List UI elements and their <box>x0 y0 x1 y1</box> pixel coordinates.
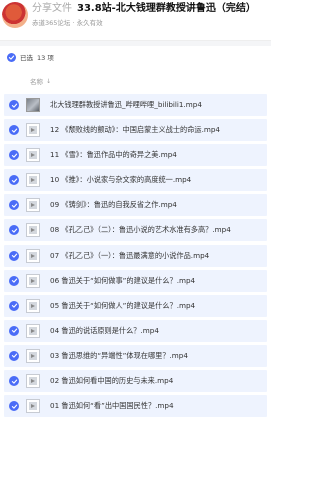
video-file-icon <box>26 298 40 313</box>
share-header: 分享文件 33.8站-北大钱理群教授讲鲁迅（完结） 赤道365论坛 · 永久有效 <box>0 0 271 40</box>
video-file-icon <box>26 123 40 138</box>
checkmark-icon <box>11 278 17 283</box>
video-file-icon <box>26 198 40 213</box>
file-row[interactable]: 11 《雪》：鲁迅作品中的奇异之美.mp4 <box>4 144 267 167</box>
checkmark-icon <box>11 128 17 133</box>
row-checkbox[interactable] <box>9 100 19 110</box>
file-list: 北大钱理群教授讲鲁迅_哔哩哔哩_bilibili1.mp4 12 《颓败线的颤动》… <box>0 94 271 418</box>
video-file-icon <box>26 348 40 363</box>
checkmark-icon <box>11 328 17 334</box>
file-name[interactable]: 03 鲁迅思维的“异端性”体现在哪里？.mp4 <box>50 351 188 361</box>
share-label: 分享文件 <box>32 3 72 14</box>
checkmark-icon <box>11 103 17 108</box>
share-title: 33.8站-北大钱理群教授讲鲁迅（完结） <box>77 3 256 14</box>
video-thumbnail <box>26 98 40 112</box>
row-checkbox[interactable] <box>9 150 19 161</box>
file-row[interactable]: 01 鲁迅如何“看”出中国国民性？.mp4 <box>4 395 267 418</box>
file-row[interactable]: 05 鲁迅关于“如何做人”的建议是什么？.mp4 <box>4 294 267 317</box>
checkmark-icon <box>11 253 17 258</box>
file-row[interactable]: 10 《推》：小说家与杂文家的高度统一.mp4 <box>4 169 267 192</box>
video-file-icon <box>26 323 40 338</box>
file-name[interactable]: 10 《推》：小说家与杂文家的高度统一.mp4 <box>50 175 191 185</box>
file-name[interactable]: 01 鲁迅如何“看”出中国国民性？.mp4 <box>50 401 174 411</box>
video-file-icon <box>26 273 40 288</box>
column-header-name[interactable]: 名称 ↓ <box>0 68 271 94</box>
row-checkbox[interactable] <box>9 300 19 311</box>
column-name-label: 名称 <box>30 78 43 86</box>
video-file-icon <box>26 374 40 389</box>
sort-arrow-icon[interactable]: ↓ <box>46 78 51 85</box>
selection-label: 已选 <box>20 54 33 62</box>
video-file-icon <box>26 148 40 163</box>
row-checkbox[interactable] <box>9 275 19 286</box>
share-source: 赤道365论坛 <box>32 19 71 27</box>
row-checkbox[interactable] <box>9 250 19 261</box>
file-name[interactable]: 北大钱理群教授讲鲁迅_哔哩哔哩_bilibili1.mp4 <box>50 100 202 110</box>
checkmark-icon <box>11 228 17 233</box>
file-name[interactable]: 02 鲁迅如何看中国的历史与未来.mp4 <box>50 376 173 386</box>
selection-bar[interactable]: 已选 13 项 <box>0 46 271 68</box>
row-checkbox[interactable] <box>9 125 19 136</box>
file-row[interactable]: 07 《孔乙己》（一）：鲁迅最满意的小说作品.mp4 <box>4 244 267 267</box>
row-checkbox[interactable] <box>9 225 19 236</box>
row-checkbox[interactable] <box>9 350 19 361</box>
file-row[interactable]: 06 鲁迅关于“如何做事”的建议是什么？.mp4 <box>4 269 267 292</box>
row-checkbox[interactable] <box>9 200 19 211</box>
row-checkbox[interactable] <box>9 376 19 387</box>
checkmark-icon <box>11 404 17 409</box>
file-row[interactable]: 02 鲁迅如何看中国的历史与未来.mp4 <box>4 370 267 393</box>
file-row[interactable]: 北大钱理群教授讲鲁迅_哔哩哔哩_bilibili1.mp4 <box>4 94 267 116</box>
video-file-icon <box>26 223 40 238</box>
file-name[interactable]: 09 《铸剑》：鲁迅的自我反省之作.mp4 <box>50 200 177 210</box>
file-name[interactable]: 05 鲁迅关于“如何做人”的建议是什么？.mp4 <box>50 301 195 311</box>
checkmark-icon <box>11 353 17 359</box>
video-file-icon <box>26 248 40 263</box>
file-row[interactable]: 04 鲁迅的说话原则是什么？.mp4 <box>4 319 267 342</box>
file-name[interactable]: 07 《孔乙己》（一）：鲁迅最满意的小说作品.mp4 <box>50 251 209 261</box>
file-row[interactable]: 09 《铸剑》：鲁迅的自我反省之作.mp4 <box>4 194 267 217</box>
selection-count: 13 项 <box>37 54 54 62</box>
select-all-checkbox[interactable] <box>7 52 16 62</box>
file-name[interactable]: 08 《孔乙己》（二）：鲁迅小说的艺术水准有多高？.mp4 <box>50 225 231 235</box>
file-name[interactable]: 12 《颓败线的颤动》：中国启蒙主义战士的命运.mp4 <box>50 125 220 135</box>
file-row[interactable]: 03 鲁迅思维的“异端性”体现在哪里？.mp4 <box>4 344 267 367</box>
checkmark-icon <box>11 379 17 384</box>
file-name[interactable]: 04 鲁迅的说话原则是什么？.mp4 <box>50 326 159 336</box>
video-file-icon <box>26 173 40 188</box>
sharer-avatar <box>2 2 28 28</box>
row-checkbox[interactable] <box>9 175 19 186</box>
row-checkbox[interactable] <box>9 401 19 412</box>
checkmark-icon <box>11 303 17 308</box>
video-file-icon <box>26 399 40 414</box>
checkmark-icon <box>11 153 17 158</box>
share-title-line: 分享文件 33.8站-北大钱理群教授讲鲁迅（完结） <box>32 2 271 16</box>
meta-separator: · <box>72 19 75 27</box>
file-row[interactable]: 12 《颓败线的颤动》：中国启蒙主义战士的命运.mp4 <box>4 119 267 142</box>
file-name[interactable]: 11 《雪》：鲁迅作品中的奇异之美.mp4 <box>50 150 177 160</box>
file-row[interactable]: 08 《孔乙己》（二）：鲁迅小说的艺术水准有多高？.mp4 <box>4 219 267 242</box>
checkmark-icon <box>11 203 17 208</box>
share-validity: 永久有效 <box>76 19 103 27</box>
share-meta: 赤道365论坛 · 永久有效 <box>32 18 271 28</box>
row-checkbox[interactable] <box>9 325 19 336</box>
file-name[interactable]: 06 鲁迅关于“如何做事”的建议是什么？.mp4 <box>50 276 195 286</box>
checkmark-icon <box>11 178 17 183</box>
